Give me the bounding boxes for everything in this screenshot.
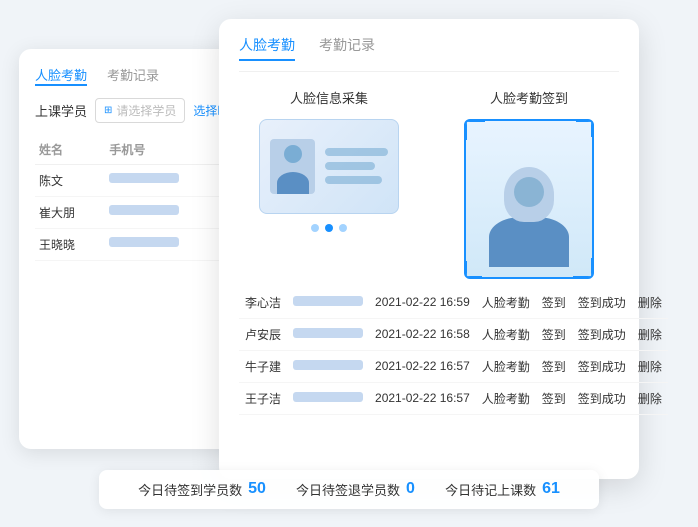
name-cell: 王晓晓	[35, 228, 105, 260]
stat-signout: 今日待签退学员数 0	[296, 480, 415, 499]
delete-button[interactable]: 删除	[632, 318, 668, 350]
filter-label: 上课学员	[35, 101, 87, 120]
type: 人脸考勤	[476, 287, 536, 319]
bottom-bar: 今日待签到学员数 50 今日待签退学员数 0 今日待记上课数 61	[99, 470, 599, 509]
table-row: 李心洁 2021-02-22 16:59 人脸考勤 签到 签到成功 删除	[239, 287, 668, 319]
id-avatar	[270, 139, 315, 194]
status: 签到成功	[572, 318, 632, 350]
phone	[287, 382, 369, 414]
phone	[287, 350, 369, 382]
phone-cell	[105, 196, 230, 228]
phone-cell	[105, 228, 230, 260]
id-line-1	[325, 148, 388, 156]
face-scan-title: 人脸考勤签到	[490, 88, 568, 107]
status: 签到成功	[572, 287, 632, 319]
phone-cell	[105, 164, 230, 196]
stat-signout-value: 0	[406, 480, 415, 498]
corner-bl	[464, 261, 482, 279]
stat-signin-label: 今日待签到学员数	[138, 480, 242, 499]
delete-button[interactable]: 删除	[632, 350, 668, 382]
action[interactable]: 签到	[536, 318, 572, 350]
name-cell: 崔大朋	[35, 196, 105, 228]
table-row: 王子洁 2021-02-22 16:57 人脸考勤 签到 签到成功 删除	[239, 382, 668, 414]
front-table: 李心洁 2021-02-22 16:59 人脸考勤 签到 签到成功 删除 卢安辰…	[239, 287, 668, 415]
face-scan-panel: 人脸考勤签到	[439, 88, 619, 279]
grid-icon: ⊞	[104, 105, 112, 116]
id-lines	[325, 148, 388, 184]
time: 2021-02-22 16:59	[369, 287, 476, 319]
stat-signin-value: 50	[248, 480, 266, 498]
student-select[interactable]: ⊞ 请选择学员	[95, 98, 185, 123]
tab-record[interactable]: 考勤记录	[319, 35, 375, 61]
stat-signout-label: 今日待签退学员数	[296, 480, 400, 499]
id-line-2	[325, 162, 375, 170]
delete-button[interactable]: 删除	[632, 287, 668, 319]
face-body	[489, 217, 569, 267]
action[interactable]: 签到	[536, 287, 572, 319]
id-line-3	[325, 176, 382, 184]
face-panels: 人脸信息采集 人脸考勤签到	[239, 88, 619, 279]
back-tab-record[interactable]: 考勤记录	[107, 65, 159, 86]
face-info-title: 人脸信息采集	[290, 88, 368, 107]
type: 人脸考勤	[476, 318, 536, 350]
name: 卢安辰	[239, 318, 287, 350]
back-tab-face[interactable]: 人脸考勤	[35, 65, 87, 86]
time: 2021-02-22 16:57	[369, 350, 476, 382]
face-head	[504, 167, 554, 222]
stat-signin: 今日待签到学员数 50	[138, 480, 266, 499]
select-placeholder: 请选择学员	[116, 102, 176, 119]
stat-class-label: 今日待记上课数	[445, 480, 536, 499]
scene: 人脸考勤 考勤记录 上课学员 ⊞ 请选择学员 选择时间 姓名 手机号 考勤时间 …	[19, 19, 679, 509]
face-person	[466, 167, 592, 277]
phone	[287, 287, 369, 319]
dot-2	[325, 224, 333, 232]
stat-class-value: 61	[542, 480, 560, 498]
table-row: 牛子建 2021-02-22 16:57 人脸考勤 签到 签到成功 删除	[239, 350, 668, 382]
face-scan-visual	[464, 119, 594, 279]
table-row: 卢安辰 2021-02-22 16:58 人脸考勤 签到 签到成功 删除	[239, 318, 668, 350]
face-info-panel: 人脸信息采集	[239, 88, 419, 279]
tab-face[interactable]: 人脸考勤	[239, 35, 295, 61]
front-card: 人脸考勤 考勤记录 人脸信息采集	[219, 19, 639, 479]
dot-1	[311, 224, 319, 232]
time: 2021-02-22 16:58	[369, 318, 476, 350]
col-phone: 手机号	[105, 135, 230, 165]
name-cell: 陈文	[35, 164, 105, 196]
name: 王子洁	[239, 382, 287, 414]
stat-class: 今日待记上课数 61	[445, 480, 560, 499]
corner-tr	[576, 119, 594, 137]
front-tabs: 人脸考勤 考勤记录	[239, 35, 619, 72]
phone	[287, 318, 369, 350]
action[interactable]: 签到	[536, 350, 572, 382]
name: 李心洁	[239, 287, 287, 319]
type: 人脸考勤	[476, 382, 536, 414]
carousel-dots	[311, 224, 347, 232]
status: 签到成功	[572, 382, 632, 414]
delete-button[interactable]: 删除	[632, 382, 668, 414]
action[interactable]: 签到	[536, 382, 572, 414]
time: 2021-02-22 16:57	[369, 382, 476, 414]
name: 牛子建	[239, 350, 287, 382]
status: 签到成功	[572, 350, 632, 382]
type: 人脸考勤	[476, 350, 536, 382]
dot-3	[339, 224, 347, 232]
col-name: 姓名	[35, 135, 105, 165]
id-card-visual	[259, 119, 399, 214]
